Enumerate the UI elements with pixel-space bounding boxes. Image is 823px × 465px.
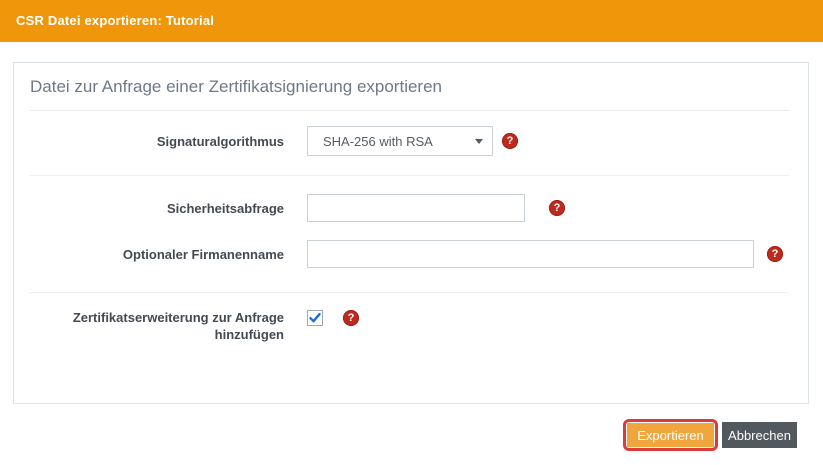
security-question-input[interactable] [307,194,525,222]
section-divider [29,292,789,293]
certificate-extension-row: Zertifikatserweiterung zur Anfrage hinzu… [28,309,794,343]
chevron-down-icon [475,139,483,144]
dialog-header: CSR Datei exportieren: Tutorial [0,0,823,42]
cancel-button[interactable]: Abbrechen [722,422,797,448]
company-name-row: Optionaler Firmanenname ? [28,240,794,268]
form-title: Datei zur Anfrage einer Zertifikatsignie… [30,77,790,111]
help-icon-security-question[interactable]: ? [549,200,565,216]
export-button-highlight-annotation: Exportieren [623,419,718,451]
signature-algorithm-select[interactable]: SHA-256 with RSA [307,126,493,156]
csr-export-form-panel: Datei zur Anfrage einer Zertifikatsignie… [13,62,809,404]
signature-algorithm-row: Signaturalgorithmus SHA-256 with RSA ? [28,126,794,156]
section-divider [29,175,789,176]
export-button[interactable]: Exportieren [627,423,714,447]
checkmark-icon [309,312,321,324]
security-question-row: Sicherheitsabfrage ? [28,194,794,222]
dialog-title: CSR Datei exportieren: Tutorial [16,0,214,42]
company-name-label: Optionaler Firmanenname [28,246,284,263]
signature-algorithm-label: Signaturalgorithmus [28,133,284,150]
certificate-extension-checkbox[interactable] [307,310,323,326]
help-icon-signature-algorithm[interactable]: ? [502,133,518,149]
signature-algorithm-selected-value: SHA-256 with RSA [323,134,433,149]
certificate-extension-label: Zertifikatserweiterung zur Anfrage hinzu… [28,309,284,343]
help-icon-company-name[interactable]: ? [767,246,783,262]
help-icon-certificate-extension[interactable]: ? [343,310,359,326]
security-question-label: Sicherheitsabfrage [28,200,284,217]
company-name-input[interactable] [307,240,754,268]
